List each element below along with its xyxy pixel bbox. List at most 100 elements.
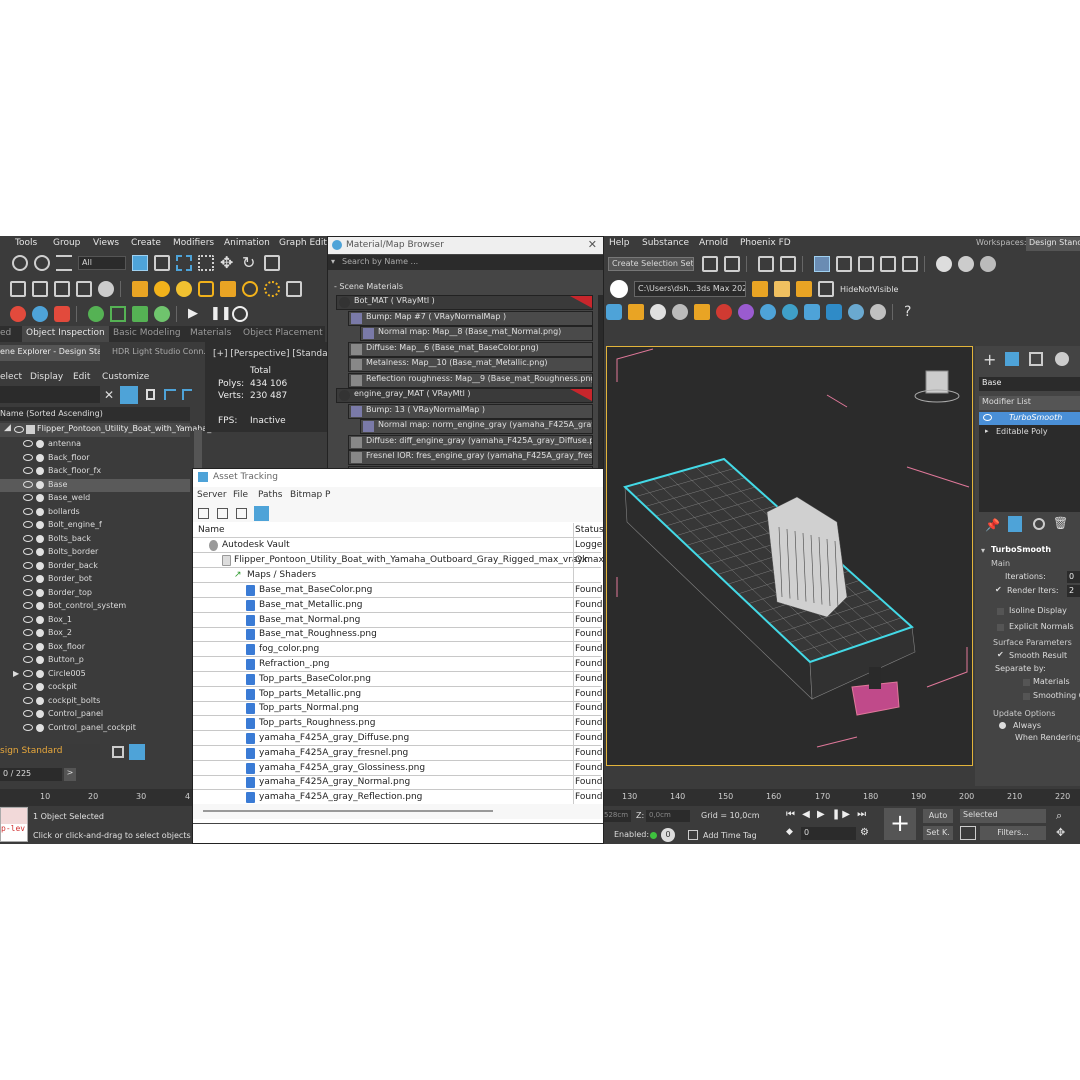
- grid-snap-icon[interactable]: [110, 306, 126, 322]
- move-icon[interactable]: ✥: [220, 255, 236, 271]
- render-setup-right-icon[interactable]: [902, 256, 918, 272]
- selection-filter-dropdown[interactable]: All: [78, 256, 126, 270]
- eye-icon[interactable]: [23, 669, 33, 677]
- key-mode-icon[interactable]: ◆: [786, 827, 793, 837]
- eye-icon[interactable]: [14, 426, 24, 433]
- material-row[interactable]: Metalness: Map__10 (Base_mat_Metallic.pn…: [348, 357, 593, 372]
- table-row[interactable]: Top_parts_BaseColor.png Found: [193, 672, 602, 687]
- collapse-icon[interactable]: ▾: [981, 546, 985, 555]
- scene-explorer-tab[interactable]: ene Explorer - Design Sta...: [0, 345, 100, 361]
- close-search-icon[interactable]: ✕: [104, 388, 114, 402]
- menu-phoenix-fd[interactable]: Phoenix FD: [740, 238, 791, 248]
- key-filter-icon[interactable]: [960, 826, 976, 840]
- object-name-field[interactable]: Base: [979, 377, 1080, 391]
- render-production-icon[interactable]: [54, 281, 70, 297]
- scene-tree-row[interactable]: bollards: [0, 506, 190, 519]
- scene-menu-customize[interactable]: Customize: [102, 372, 149, 382]
- scene-tree-row[interactable]: Box_floor: [0, 641, 190, 654]
- isolate-toggle-icon[interactable]: 0: [661, 828, 675, 842]
- record-icon[interactable]: [10, 306, 26, 322]
- eye-icon[interactable]: [23, 453, 33, 461]
- scene-tree-row[interactable]: ▶ Circle005: [0, 668, 190, 681]
- eye-icon[interactable]: [23, 710, 33, 717]
- expand-arrow-icon[interactable]: ▸: [985, 427, 989, 435]
- select-by-name-icon[interactable]: [154, 255, 170, 271]
- table-view-icon[interactable]: [254, 506, 269, 521]
- eye-icon[interactable]: [23, 440, 33, 447]
- emitter-icon[interactable]: [132, 306, 148, 322]
- help-icon[interactable]: ?: [904, 304, 920, 320]
- menu-help[interactable]: Help: [609, 238, 630, 248]
- vray-plane-icon[interactable]: [672, 304, 688, 320]
- eye-icon[interactable]: [23, 507, 33, 515]
- table-row[interactable]: Autodesk Vault Logge: [193, 538, 602, 553]
- table-row[interactable]: Refraction_.png Found: [193, 657, 602, 672]
- create-selection-set-dropdown[interactable]: Create Selection Set: [608, 257, 694, 271]
- vray-decal-icon[interactable]: [782, 304, 798, 320]
- vray-sun-icon[interactable]: [694, 304, 710, 320]
- vray-toon-icon[interactable]: [870, 304, 886, 320]
- play-icon[interactable]: ▶: [188, 306, 204, 322]
- menu-arnold[interactable]: Arnold: [699, 238, 728, 248]
- archive-icon[interactable]: [818, 281, 834, 297]
- eye-icon[interactable]: [23, 575, 33, 582]
- table-row[interactable]: yamaha_F425A_gray_Normal.png Found: [193, 775, 602, 791]
- column-name[interactable]: Name: [198, 525, 225, 535]
- material-row[interactable]: Bump: 13 ( VRayNormalMap ): [348, 403, 593, 419]
- stack-item-editable-poly[interactable]: ▸ Editable Poly: [979, 426, 1080, 439]
- material-row[interactable]: Normal map: norm_engine_gray (yamaha_F42…: [360, 419, 593, 434]
- force-icon[interactable]: [154, 306, 170, 322]
- vray-asset-icon[interactable]: [606, 304, 622, 320]
- material-row[interactable]: Normal map: Map__8 (Base_mat_Normal.png): [360, 326, 593, 341]
- scene-tree-row[interactable]: Base: [0, 478, 190, 492]
- window-crossing-icon[interactable]: [198, 255, 214, 271]
- layer-dropdown[interactable]: sign Standard: [0, 744, 100, 760]
- scene-search-field[interactable]: [0, 386, 100, 403]
- scene-materials-group[interactable]: - Scene Materials: [334, 282, 598, 294]
- zoom-icon[interactable]: ⌕: [1056, 809, 1062, 823]
- maxscript-listener[interactable]: p-lev: [0, 807, 28, 842]
- workspaces-dropdown[interactable]: Design Standa: [1026, 237, 1080, 251]
- table-row[interactable]: Base_mat_BaseColor.png Found: [193, 583, 602, 598]
- material-search-input[interactable]: Search by Name ...: [342, 257, 602, 269]
- scene-tree-row[interactable]: Border_top: [0, 587, 190, 600]
- render-iterative-icon[interactable]: [76, 281, 92, 297]
- layers-icon[interactable]: [112, 746, 124, 758]
- add-time-tag-label[interactable]: Add Time Tag: [703, 831, 757, 840]
- auto-key-button[interactable]: Auto: [923, 809, 953, 823]
- vray-proxy-icon[interactable]: [760, 304, 776, 320]
- lock-icon[interactable]: [146, 389, 155, 400]
- table-row[interactable]: fog_color.png Found: [193, 642, 602, 658]
- table-row[interactable]: yamaha_F425A_gray_Diffuse.png Found: [193, 731, 602, 746]
- scale-icon[interactable]: [264, 255, 280, 271]
- link-icon[interactable]: [12, 255, 28, 271]
- next-frame-icon[interactable]: >: [64, 768, 76, 781]
- vray-fog-icon[interactable]: [826, 304, 842, 320]
- current-frame-field[interactable]: 0: [801, 827, 856, 840]
- sun-icon[interactable]: [154, 281, 170, 297]
- ambient-light-icon[interactable]: [264, 281, 280, 297]
- set-key-big-icon[interactable]: +: [884, 808, 916, 840]
- list-view-icon[interactable]: [217, 508, 228, 519]
- eye-icon[interactable]: [23, 602, 33, 609]
- hierarchy-icon[interactable]: [164, 389, 176, 400]
- rollout-title[interactable]: TurboSmooth: [991, 545, 1051, 554]
- curve-editor-icon[interactable]: [836, 256, 852, 272]
- perspective-viewport[interactable]: [606, 346, 973, 766]
- hide-not-visible-label[interactable]: HideNotVisible: [840, 285, 898, 294]
- render-setup-icon[interactable]: [10, 281, 26, 297]
- asset-tracking-titlebar[interactable]: Asset Tracking: [193, 469, 603, 487]
- vray-dome-icon[interactable]: [716, 304, 732, 320]
- eye-icon[interactable]: [23, 696, 33, 704]
- scene-tree-row[interactable]: Bolt_engine_f: [0, 519, 190, 532]
- remove-modifier-icon[interactable]: 🗑: [1053, 516, 1068, 530]
- thumbnail-view-icon[interactable]: [236, 508, 247, 519]
- table-row[interactable]: yamaha_F425A_gray_Reflection.png Found: [193, 790, 602, 806]
- scene-menu-display[interactable]: Display: [30, 372, 63, 382]
- frame-counter[interactable]: 0 / 225: [0, 768, 62, 781]
- asset-menu-bitmap[interactable]: Bitmap P: [290, 490, 331, 500]
- folder-icon[interactable]: [796, 281, 812, 297]
- hdr-light-studio-tab[interactable]: HDR Light Studio Conn...: [112, 347, 211, 356]
- eye-icon[interactable]: [23, 561, 33, 569]
- eye-icon[interactable]: [23, 588, 33, 596]
